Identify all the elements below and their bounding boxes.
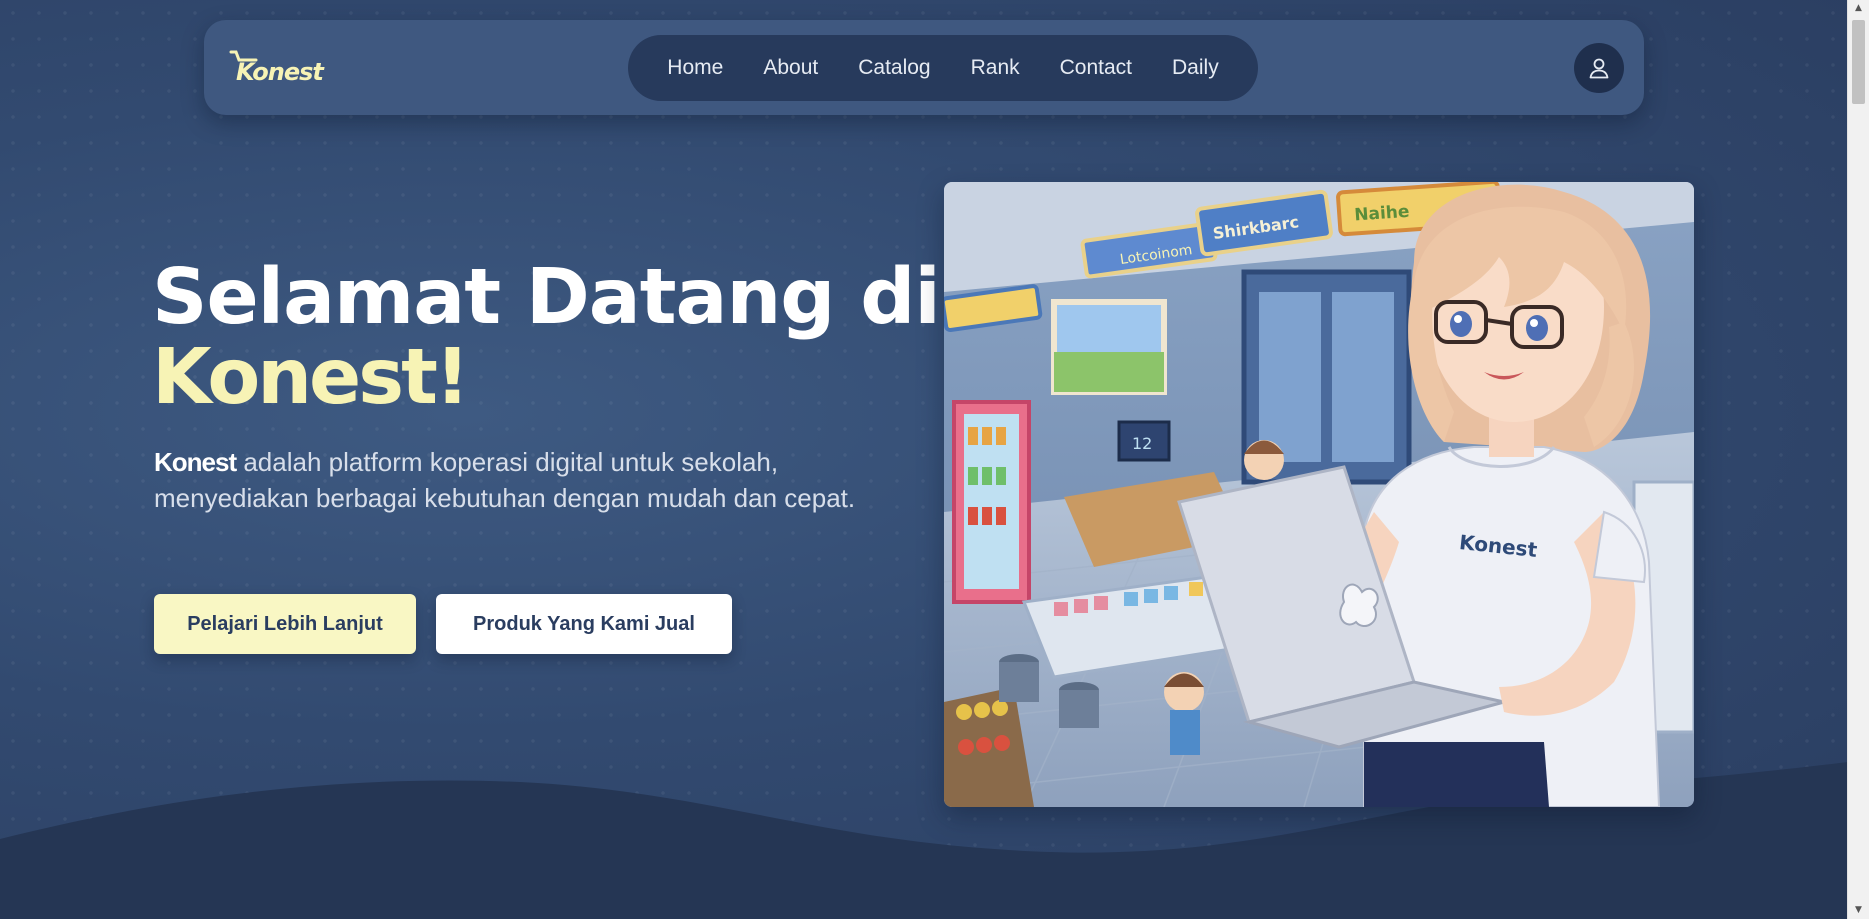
top-navbar: Konest Home About Catalog Rank Contact D… xyxy=(204,20,1644,115)
hero-description: Konest adalah platform koperasi digital … xyxy=(154,444,874,516)
products-button[interactable]: Produk Yang Kami Jual xyxy=(436,594,732,654)
profile-button[interactable] xyxy=(1574,43,1624,93)
hero-title-brand: Konest! xyxy=(152,333,470,422)
nav-daily[interactable]: Daily xyxy=(1152,56,1239,80)
nav-home[interactable]: Home xyxy=(647,56,743,80)
learn-more-button[interactable]: Pelajari Lebih Lanjut xyxy=(154,594,416,654)
hero-title-line1: Selamat Datang di xyxy=(152,253,941,342)
scroll-up-arrow-icon[interactable]: ▲ xyxy=(1848,0,1869,17)
nav-about[interactable]: About xyxy=(743,56,838,80)
page-scrollbar[interactable]: ▲ ▼ xyxy=(1847,0,1869,919)
scroll-thumb[interactable] xyxy=(1852,20,1865,104)
hero-illustration: Lotcoinom Shirkbarc Naihe 12 Konest xyxy=(944,182,1694,807)
logo[interactable]: Konest xyxy=(228,48,324,88)
nav-catalog[interactable]: Catalog xyxy=(838,56,950,80)
logo-text: Konest xyxy=(236,58,324,86)
hero-description-brand: Konest xyxy=(154,447,237,477)
scroll-down-arrow-icon[interactable]: ▼ xyxy=(1848,902,1869,919)
user-icon xyxy=(1589,58,1609,79)
nav-contact[interactable]: Contact xyxy=(1040,56,1152,80)
counter-display: 12 xyxy=(1132,434,1152,453)
hero-title: Selamat Datang di Konest! xyxy=(152,258,941,422)
nav-menu: Home About Catalog Rank Contact Daily xyxy=(628,35,1258,101)
hero-description-text: adalah platform koperasi digital untuk s… xyxy=(154,447,856,513)
store-character-illustration: Lotcoinom Shirkbarc Naihe 12 Konest xyxy=(944,182,1694,807)
store-sign-naihe: Naihe xyxy=(1354,202,1410,226)
nav-rank[interactable]: Rank xyxy=(951,56,1040,80)
